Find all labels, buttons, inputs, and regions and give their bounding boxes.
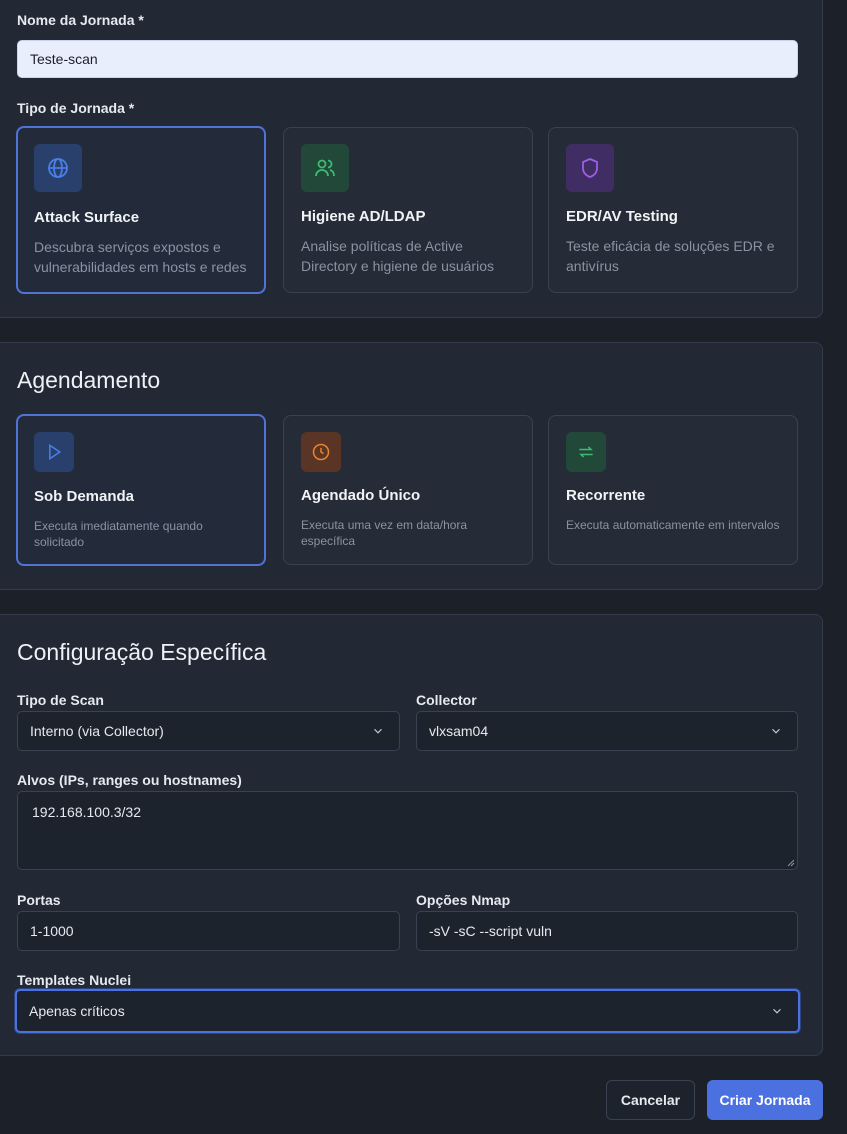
card-title: Attack Surface: [34, 209, 140, 226]
journey-name-input[interactable]: Teste-scan: [17, 40, 798, 78]
card-description: Executa automaticamente em intervalos: [566, 518, 780, 532]
repeat-icon: [566, 432, 606, 472]
chevron-down-icon: [374, 728, 382, 734]
schedule-recurring[interactable]: Recorrente Executa automaticamente em in…: [548, 415, 798, 565]
scan-type-select[interactable]: Interno (via Collector): [17, 711, 400, 751]
users-icon: [301, 144, 349, 192]
journey-type-label: Tipo de Jornada *: [17, 100, 135, 116]
card-title: Sob Demanda: [34, 488, 135, 505]
nuclei-templates-label: Templates Nuclei: [17, 972, 132, 988]
nuclei-templates-select[interactable]: Apenas críticos: [15, 989, 800, 1033]
create-journey-button[interactable]: Criar Jornada: [707, 1080, 823, 1120]
chevron-down-icon: [772, 728, 780, 734]
nmap-options-input[interactable]: -sV -sC --script vuln: [416, 911, 798, 951]
targets-label: Alvos (IPs, ranges ou hostnames): [17, 772, 242, 788]
card-description: Descubra serviços expostos e vulnerabili…: [34, 239, 247, 275]
clock-icon: [301, 432, 341, 472]
card-description: Executa imediatamente quando solicitado: [34, 519, 203, 549]
schedule-on-demand[interactable]: Sob Demanda Executa imediatamente quando…: [16, 414, 266, 566]
shield-icon: [566, 144, 614, 192]
card-title: Higiene AD/LDAP: [301, 208, 426, 225]
collector-label: Collector: [416, 692, 477, 708]
resize-handle-icon[interactable]: [787, 859, 795, 867]
targets-value: 192.168.100.3/32: [32, 804, 141, 820]
card-title: Recorrente: [566, 487, 646, 504]
collector-value: vlxsam04: [429, 723, 489, 739]
nmap-options-label: Opções Nmap: [416, 892, 511, 908]
chevron-down-icon: [773, 1008, 781, 1014]
schedule-heading: Agendamento: [17, 367, 161, 393]
ports-input[interactable]: 1-1000: [17, 911, 400, 951]
play-icon: [34, 432, 74, 472]
config-heading: Configuração Específica: [17, 639, 267, 665]
card-description: Teste eficácia de soluções EDR e antivír…: [566, 238, 775, 274]
card-title: Agendado Único: [301, 487, 421, 504]
scan-type-value: Interno (via Collector): [30, 723, 164, 739]
journey-type-ad-ldap[interactable]: Higiene AD/LDAP Analise políticas de Act…: [283, 127, 533, 293]
journey-name-label: Nome da Jornada *: [17, 12, 144, 28]
card-title: EDR/AV Testing: [566, 208, 678, 225]
globe-icon: [34, 144, 82, 192]
card-description: Executa uma vez em data/hora específica: [301, 518, 468, 548]
schedule-single[interactable]: Agendado Único Executa uma vez em data/h…: [283, 415, 533, 565]
targets-textarea[interactable]: 192.168.100.3/32: [17, 791, 798, 870]
ports-label: Portas: [17, 892, 61, 908]
journey-type-edr-av[interactable]: EDR/AV Testing Teste eficácia de soluçõe…: [548, 127, 798, 293]
cancel-button[interactable]: Cancelar: [606, 1080, 695, 1120]
journey-type-attack-surface[interactable]: Attack Surface Descubra serviços exposto…: [16, 126, 266, 294]
collector-select[interactable]: vlxsam04: [416, 711, 798, 751]
nuclei-templates-value: Apenas críticos: [29, 1003, 125, 1019]
scan-type-label: Tipo de Scan: [17, 692, 104, 708]
card-description: Analise políticas de Active Directory e …: [301, 238, 494, 274]
